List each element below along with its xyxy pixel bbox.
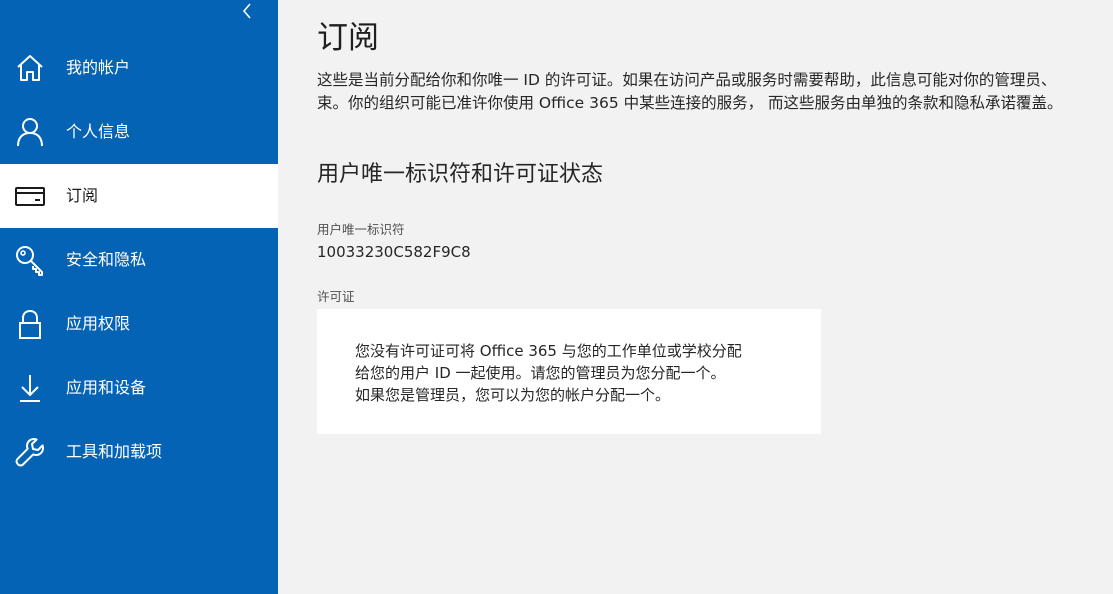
license-label: 许可证 xyxy=(317,289,355,304)
person-icon xyxy=(14,116,46,148)
sidebar-item-security-privacy[interactable]: 安全和隐私 xyxy=(0,228,278,292)
sidebar-item-subscriptions[interactable]: 订阅 xyxy=(0,164,278,228)
card-icon xyxy=(14,180,46,212)
sidebar-item-apps-devices[interactable]: 应用和设备 xyxy=(0,356,278,420)
intro-text: 这些是当前分配给你和你唯一 ID 的许可证。如果在访问产品或服务时需要帮助，此信… xyxy=(317,69,1113,115)
license-card: 您没有许可证可将 Office 365 与您的工作单位或学校分配 给您的用户 I… xyxy=(317,309,821,434)
sidebar-item-app-permissions[interactable]: 应用权限 xyxy=(0,292,278,356)
sidebar-item-personal-info[interactable]: 个人信息 xyxy=(0,100,278,164)
chevron-left-icon xyxy=(242,3,251,19)
section-title: 用户唯一标识符和许可证状态 xyxy=(317,162,604,187)
sidebar-item-label: 个人信息 xyxy=(66,122,131,141)
license-message-line: 给您的用户 ID 一起使用。请您的管理员为您分配一个。 xyxy=(355,364,726,382)
sidebar-item-tools-addins[interactable]: 工具和加载项 xyxy=(0,420,278,484)
sidebar-item-label: 应用和设备 xyxy=(66,378,147,397)
key-icon xyxy=(14,244,46,276)
intro-line: 束。你的组织可能已准许你使用 Office 365 中某些连接的服务， 而这些服… xyxy=(317,94,1063,112)
home-icon xyxy=(14,52,46,84)
lock-icon xyxy=(14,308,46,340)
license-message-line: 如果您是管理员，您可以为您的帐户分配一个。 xyxy=(355,386,671,404)
sidebar-item-label: 我的帐户 xyxy=(66,58,131,77)
license-message: 您没有许可证可将 Office 365 与您的工作单位或学校分配 给您的用户 I… xyxy=(355,340,742,406)
download-icon xyxy=(14,372,46,404)
sidebar-item-label: 订阅 xyxy=(66,186,99,205)
uid-label: 用户唯一标识符 xyxy=(317,222,405,237)
collapse-sidebar-button[interactable] xyxy=(238,0,256,22)
sidebar: 我的帐户 个人信息 订阅 安全和隐私 应用权限 应用和设备 工具和加载项 xyxy=(0,0,278,594)
sidebar-item-label: 安全和隐私 xyxy=(66,250,147,269)
sidebar-item-label: 工具和加载项 xyxy=(66,442,163,461)
page-title: 订阅 xyxy=(317,20,379,56)
intro-line: 这些是当前分配给你和你唯一 ID 的许可证。如果在访问产品或服务时需要帮助，此信… xyxy=(317,71,1057,89)
license-message-line: 您没有许可证可将 Office 365 与您的工作单位或学校分配 xyxy=(355,342,742,360)
sidebar-item-label: 应用权限 xyxy=(66,314,131,333)
main-content: 订阅 这些是当前分配给你和你唯一 ID 的许可证。如果在访问产品或服务时需要帮助… xyxy=(278,0,1113,594)
uid-value: 10033230C582F9C8 xyxy=(317,243,471,261)
sidebar-item-my-account[interactable]: 我的帐户 xyxy=(0,36,278,100)
wrench-icon xyxy=(14,436,46,468)
